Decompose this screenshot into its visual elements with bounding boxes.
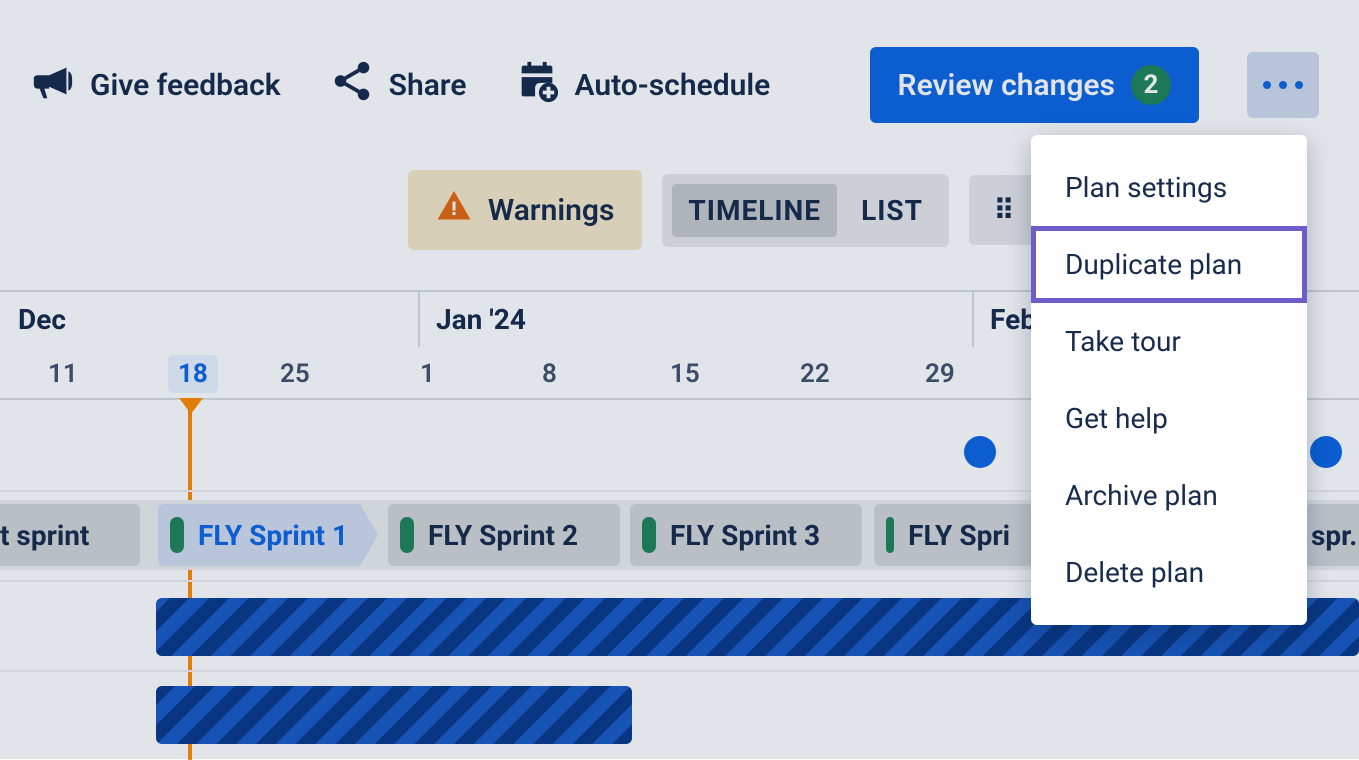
- warning-icon: [436, 188, 472, 232]
- dot-icon: [1279, 81, 1287, 89]
- share-button[interactable]: Share: [329, 58, 467, 112]
- sprint-chip[interactable]: FLY Spri: [874, 504, 1034, 566]
- day-label: 25: [280, 359, 310, 389]
- day-label: 15: [670, 359, 700, 389]
- day-label: 11: [48, 359, 78, 389]
- sprint-chip-active[interactable]: FLY Sprint 1: [158, 504, 378, 566]
- sprint-label: FLY Sprint 1: [198, 519, 348, 552]
- sprint-chip[interactable]: FLY Sprint 3: [630, 504, 862, 566]
- sprint-chip[interactable]: spr...: [1305, 504, 1359, 566]
- auto-schedule-button[interactable]: Auto-schedule: [514, 58, 770, 112]
- release-marker-icon[interactable]: [964, 436, 996, 468]
- menu-item-take-tour[interactable]: Take tour: [1031, 303, 1307, 380]
- list-view-tab[interactable]: LIST: [845, 184, 939, 237]
- dot-icon: [1295, 81, 1303, 89]
- timeline-bar[interactable]: [156, 686, 632, 744]
- review-changes-button[interactable]: Review changes 2: [870, 47, 1199, 123]
- sprint-status-icon: [642, 517, 656, 553]
- dot-icon: [1263, 81, 1271, 89]
- menu-item-delete-plan[interactable]: Delete plan: [1031, 534, 1307, 611]
- megaphone-icon: [30, 58, 76, 112]
- sprint-status-icon: [170, 517, 184, 553]
- menu-item-duplicate-plan[interactable]: Duplicate plan: [1031, 226, 1307, 303]
- sprint-label: FLY Sprint 3: [670, 519, 820, 552]
- calendar-plus-icon: [514, 58, 560, 112]
- today-label: 18: [168, 355, 218, 393]
- view-settings-button[interactable]: ⠿: [969, 175, 1039, 245]
- sprint-label: FLY Spri: [908, 519, 1010, 552]
- today-marker-icon: [179, 398, 203, 414]
- month-label: Jan '24: [436, 303, 526, 336]
- sprint-chip[interactable]: FLY Sprint 2: [388, 504, 620, 566]
- sprint-label: FLY Sprint 2: [428, 519, 578, 552]
- day-label: 1: [420, 359, 435, 389]
- day-label: 8: [542, 359, 557, 389]
- share-icon: [329, 58, 375, 112]
- view-toggle: TIMELINE LIST: [662, 174, 949, 247]
- sprint-status-icon: [400, 517, 414, 553]
- sprint-label: t sprint: [0, 519, 89, 552]
- give-feedback-label: Give feedback: [90, 68, 281, 103]
- more-actions-button[interactable]: [1247, 52, 1319, 118]
- sprint-label: spr...: [1311, 519, 1359, 552]
- give-feedback-button[interactable]: Give feedback: [30, 58, 281, 112]
- warnings-button[interactable]: Warnings: [408, 170, 643, 250]
- warnings-label: Warnings: [488, 193, 615, 228]
- menu-item-get-help[interactable]: Get help: [1031, 380, 1307, 457]
- sprint-chip[interactable]: t sprint: [0, 504, 140, 566]
- month-label: Dec: [18, 303, 66, 336]
- auto-schedule-label: Auto-schedule: [574, 68, 770, 103]
- share-label: Share: [389, 68, 467, 103]
- menu-item-archive-plan[interactable]: Archive plan: [1031, 457, 1307, 534]
- release-marker-icon[interactable]: [1310, 436, 1342, 468]
- review-changes-label: Review changes: [898, 68, 1115, 103]
- menu-item-plan-settings[interactable]: Plan settings: [1031, 149, 1307, 226]
- sprint-status-icon: [886, 517, 894, 553]
- timeline-view-tab[interactable]: TIMELINE: [672, 184, 837, 237]
- day-label: 22: [800, 359, 830, 389]
- day-label: 29: [925, 359, 955, 389]
- more-actions-menu: Plan settings Duplicate plan Take tour G…: [1031, 135, 1307, 625]
- changes-count-badge: 2: [1131, 65, 1171, 105]
- month-label: Feb: [990, 303, 1036, 336]
